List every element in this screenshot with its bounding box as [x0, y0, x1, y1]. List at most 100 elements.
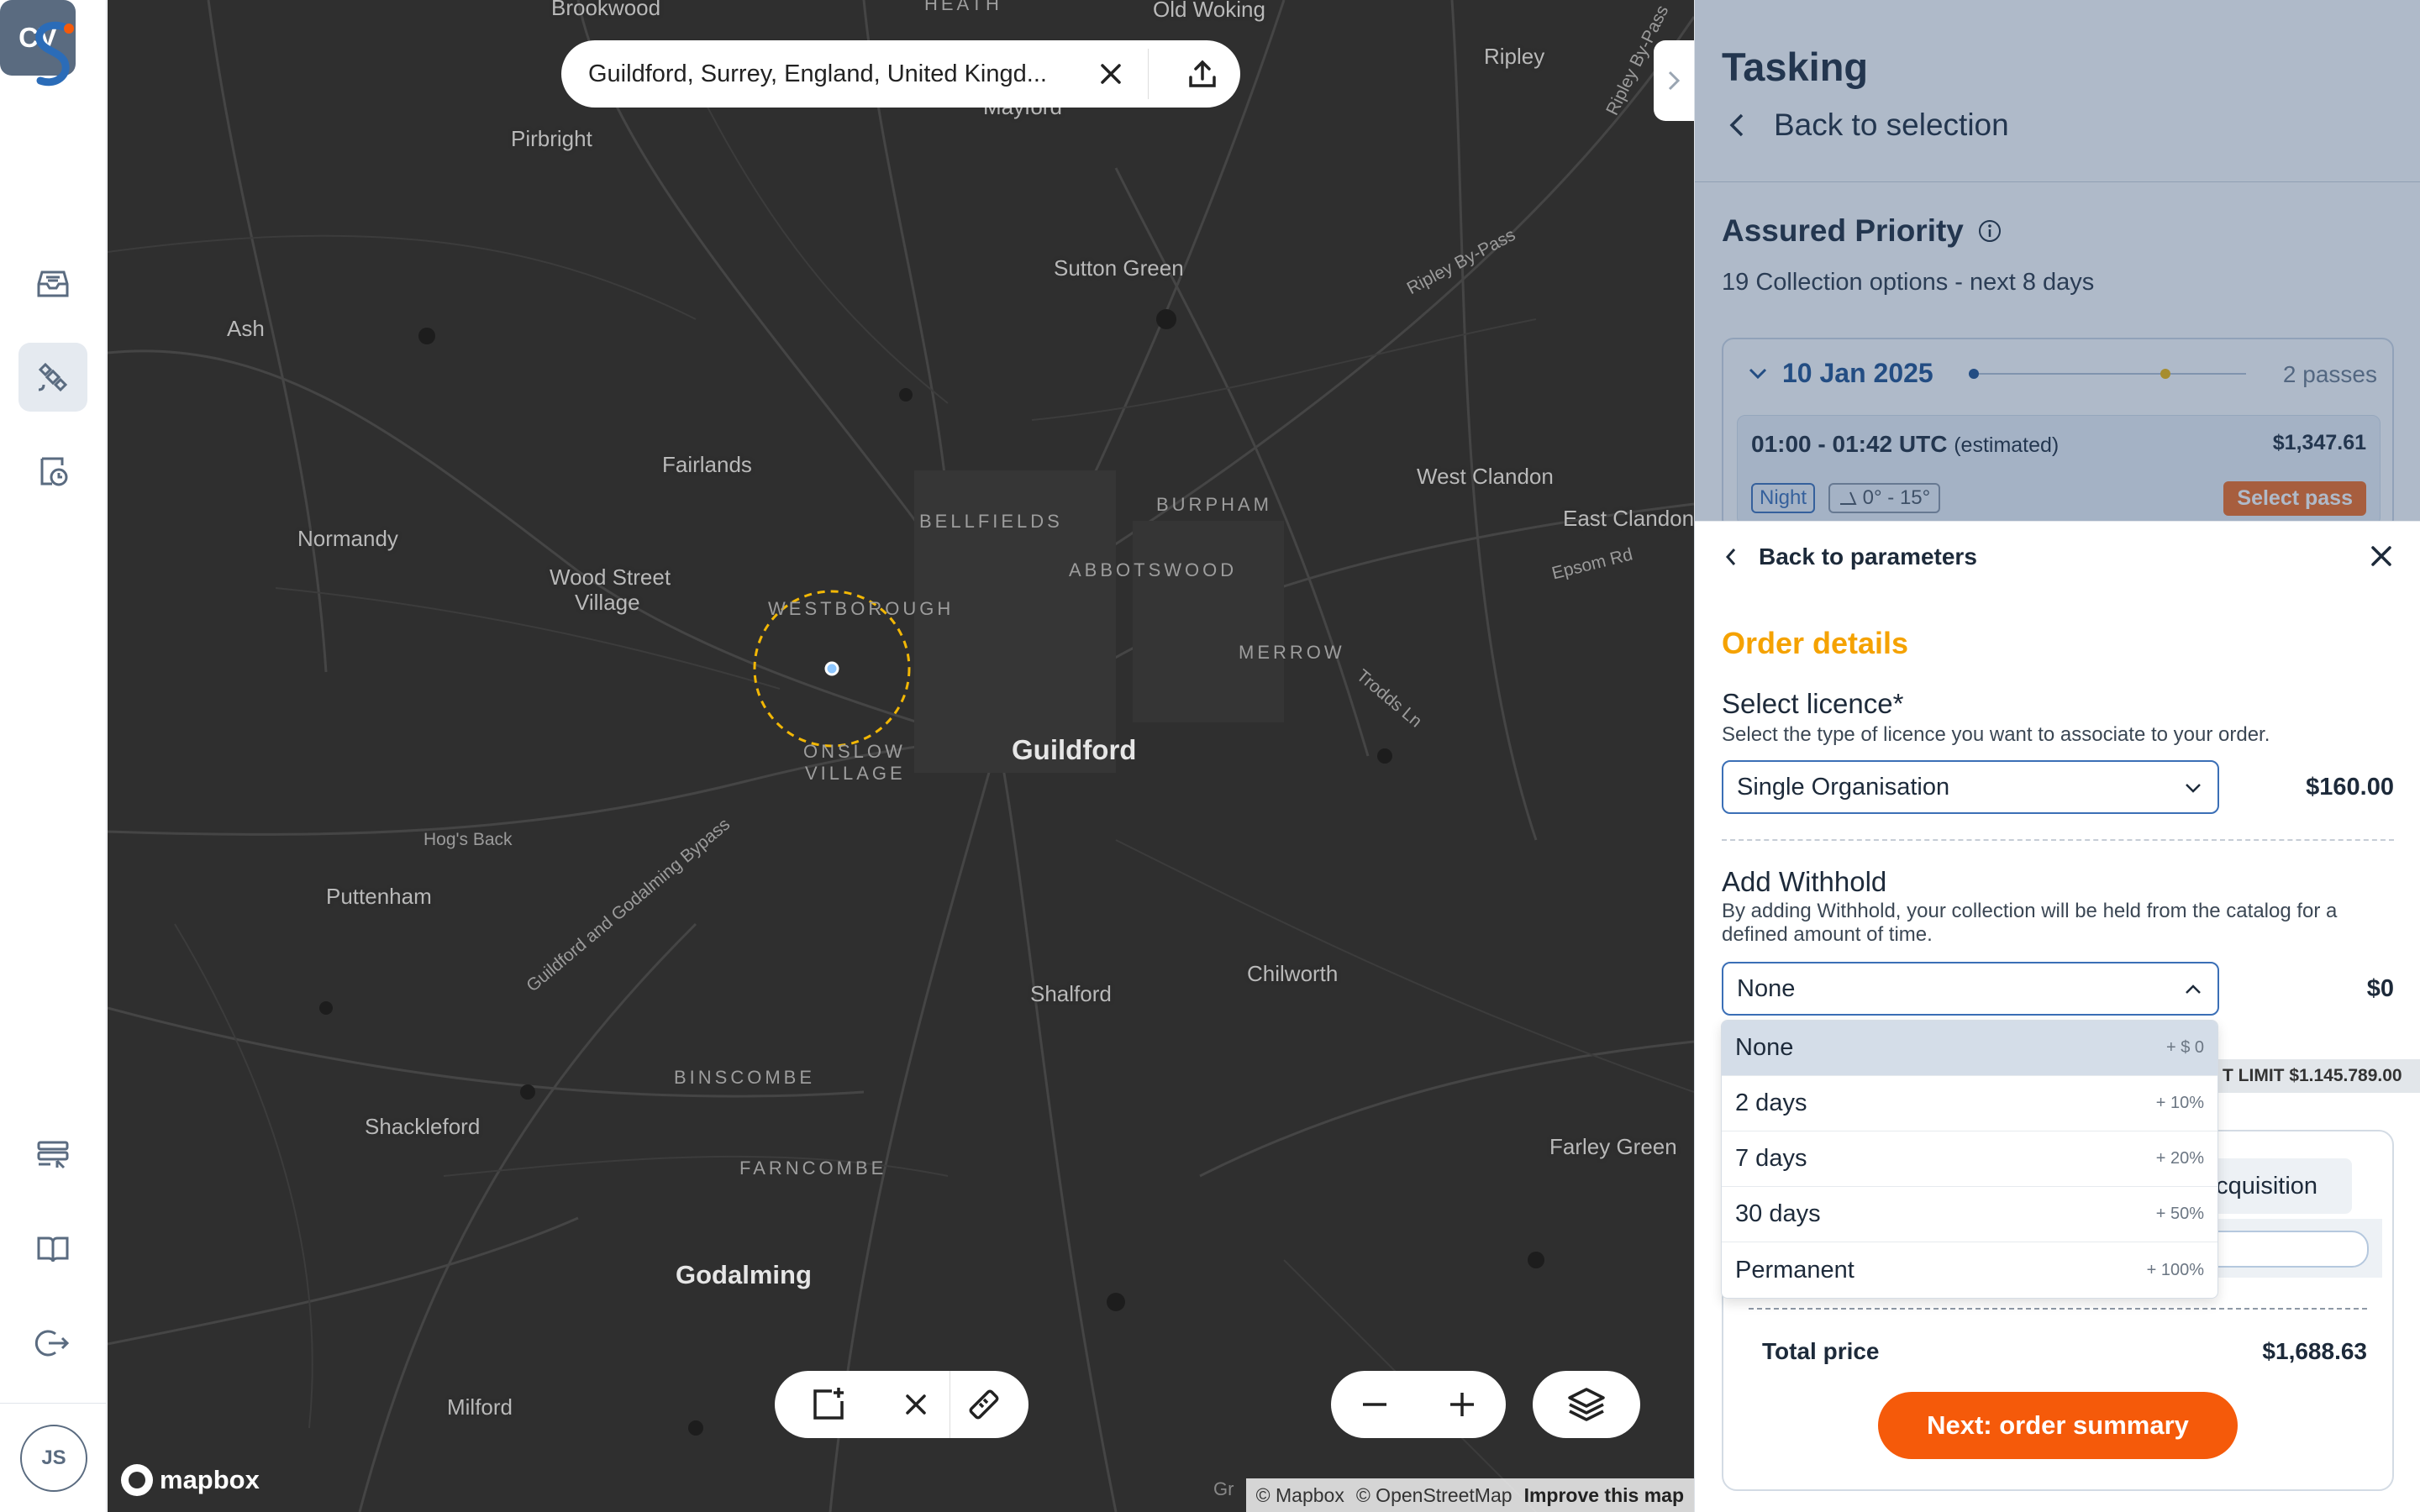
withhold-option[interactable]: None + $ 0 [1722, 1021, 2217, 1076]
total-price-label: Total price [1762, 1338, 1880, 1364]
divider [1695, 181, 2420, 182]
delete-area-icon[interactable] [882, 1371, 950, 1438]
place-label: Fairlands [662, 452, 752, 477]
next-order-summary-button[interactable]: Next: order summary [1878, 1392, 2238, 1459]
pass-marker [1969, 369, 1979, 379]
select-pass-button[interactable]: Select pass [2223, 481, 2366, 516]
logout-icon[interactable] [18, 1309, 87, 1378]
aoi-point [824, 661, 839, 676]
withhold-option[interactable]: 30 days + 50% [1722, 1187, 2217, 1242]
upload-icon[interactable] [1184, 55, 1221, 92]
chevron-up-icon [2186, 984, 2201, 994]
option-price: + 100% [2146, 1260, 2204, 1279]
credit-limit-bar: T LIMIT $1.145.789.00 [2199, 1059, 2420, 1093]
place-label: Pirbright [511, 126, 592, 151]
place-label: ABBOTSWOOD [1069, 559, 1238, 580]
inbox-icon[interactable] [18, 249, 87, 318]
divider [1749, 1308, 2367, 1310]
place-label: HEATH [924, 0, 1002, 14]
angle-badge: 0° - 15° [1828, 483, 1941, 513]
place-label: BINSCOMBE [674, 1067, 816, 1088]
withhold-option[interactable]: 2 days + 10% [1722, 1076, 2217, 1131]
chevron-left-icon [1725, 549, 1736, 565]
close-icon[interactable] [2369, 543, 2394, 569]
pass-timeline [1969, 369, 2246, 379]
search-input[interactable]: Guildford, Surrey, England, United Kingd… [588, 60, 1076, 88]
back-to-selection-link[interactable]: Back to selection [1728, 108, 2009, 143]
zoom-out-icon[interactable] [1331, 1371, 1418, 1438]
place-label: East Clandon [1563, 506, 1694, 531]
option-price: + 20% [2155, 1149, 2204, 1168]
place-label: FARNCOMBE [739, 1158, 887, 1179]
option-price: + 10% [2155, 1094, 2204, 1112]
layers-icon[interactable] [1533, 1371, 1640, 1438]
place-label: Old Woking [1153, 0, 1265, 22]
panel-title: Tasking [1722, 45, 1869, 89]
pass-date[interactable]: 10 Jan 2025 [1749, 358, 1933, 389]
chevron-down-icon [1749, 368, 1767, 379]
place-label: Guildford [1012, 734, 1137, 765]
divider [1722, 839, 2394, 841]
ruler-icon[interactable] [950, 1371, 1018, 1438]
divider [1148, 49, 1149, 99]
withhold-title: Add Withhold [1722, 866, 1887, 897]
clear-search-icon[interactable] [1092, 55, 1129, 92]
withhold-option[interactable]: Permanent + 100% [1722, 1242, 2217, 1298]
info-icon[interactable] [1977, 218, 2002, 244]
chevron-left-icon [1729, 113, 1744, 137]
satellite-icon[interactable] [18, 343, 87, 412]
expand-panel-button[interactable] [1654, 40, 1694, 121]
road-label: Hog's Back [424, 830, 513, 849]
pass-count: 2 passes [2282, 361, 2377, 387]
history-icon[interactable] [18, 437, 87, 506]
withhold-description: By adding Withhold, your collection will… [1722, 900, 2338, 946]
draw-toolbar [775, 1371, 1028, 1438]
acquisition-field[interactable] [2192, 1219, 2382, 1278]
chevron-right-icon [1668, 71, 1681, 91]
place-label: West Clandon [1417, 464, 1554, 489]
mapbox-logo: mapbox [121, 1464, 260, 1496]
pass-row[interactable]: 01:00 - 01:42 UTC (estimated) $1,347.61 … [1737, 415, 2381, 526]
zoom-in-icon[interactable] [1418, 1371, 1506, 1438]
place-label: Shalford [1030, 981, 1112, 1006]
place-label: MERROW [1239, 642, 1345, 663]
zoom-controls [1331, 1371, 1506, 1438]
map-canvas[interactable]: Brookwood HEATH Old Woking Ripley Ripley… [108, 0, 1694, 1512]
withhold-select[interactable]: None [1722, 962, 2219, 1016]
user-avatar[interactable]: JS [20, 1425, 87, 1492]
rail-divider [0, 1403, 107, 1404]
app-logo[interactable] [25, 18, 81, 89]
attribution-osm[interactable]: © OpenStreetMap [1356, 1484, 1512, 1507]
pass-card[interactable]: 10 Jan 2025 2 passes 01:00 - 01:42 UTC (… [1722, 338, 2394, 531]
licence-price: $160.00 [2306, 774, 2394, 801]
place-label: Brookwood [551, 0, 661, 20]
order-details-sheet: Back to parameters Order details Select … [1695, 521, 2420, 1512]
location-search[interactable]: Guildford, Surrey, England, United Kingd… [561, 40, 1240, 108]
place-label: Puttenham [326, 884, 432, 909]
pass-marker [2160, 369, 2170, 379]
place-label: Ash [227, 316, 265, 341]
licence-description: Select the type of licence you want to a… [1722, 723, 2270, 746]
list-icon[interactable] [18, 1121, 87, 1189]
place-label: Farley Green [1549, 1134, 1677, 1159]
chevron-down-icon [2186, 784, 2201, 793]
option-label: 2 days [1735, 1089, 1807, 1116]
option-price: + 50% [2155, 1205, 2204, 1223]
withhold-dropdown: None + $ 0 2 days + 10% 7 days + 20% 30 days + … [1721, 1020, 2218, 1299]
back-to-parameters-link[interactable]: Back to parameters [1725, 543, 1977, 570]
option-label: Permanent [1735, 1256, 1854, 1284]
book-icon[interactable] [18, 1215, 87, 1284]
map-attribution: © Mapbox © OpenStreetMap Improve this ma… [1245, 1478, 1694, 1512]
night-badge: Night [1751, 483, 1816, 513]
option-label: 30 days [1735, 1200, 1821, 1227]
order-details-title: Order details [1722, 626, 1909, 660]
place-label: BURPHAM [1156, 494, 1273, 515]
add-area-icon[interactable] [775, 1371, 882, 1438]
place-label: Shackleford [365, 1114, 481, 1139]
licence-select[interactable]: Single Organisation [1722, 760, 2219, 814]
withhold-option[interactable]: 7 days + 20% [1722, 1131, 2217, 1187]
improve-map-link[interactable]: Improve this map [1524, 1484, 1684, 1507]
tasking-header: Tasking Back to selection Assured Priori… [1695, 0, 2420, 531]
collection-options-count: 19 Collection options - next 8 days [1722, 269, 2095, 296]
attribution-mapbox[interactable]: © Mapbox [1256, 1484, 1344, 1507]
